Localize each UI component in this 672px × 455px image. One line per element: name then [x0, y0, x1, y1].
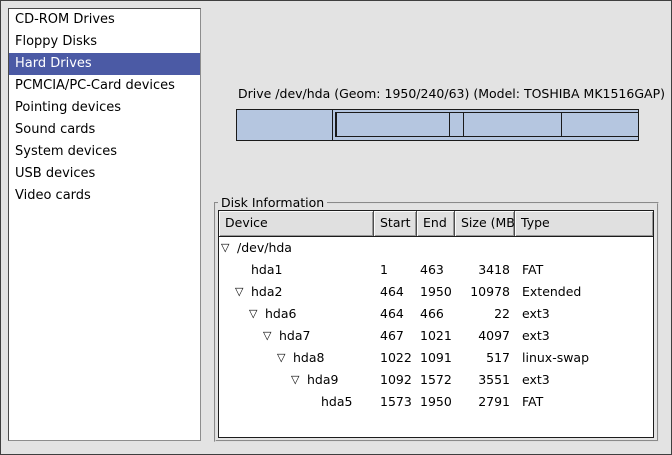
device-label: hda5: [321, 391, 352, 413]
cell-end: 1950: [417, 391, 455, 413]
disk-row-hda9[interactable]: ▽hda9109215723551ext3: [219, 369, 653, 391]
cell-device: ▽hda2: [219, 281, 374, 303]
cell-start: 1022: [374, 347, 417, 369]
sidebar-item-usb-devices[interactable]: USB devices: [9, 163, 200, 185]
cell-device: ▽/dev/hda: [219, 237, 374, 259]
sidebar-item-system-devices[interactable]: System devices: [9, 141, 200, 163]
cell-start: [374, 237, 417, 259]
cell-size: 4097: [455, 325, 515, 347]
partition-segment-hda1: [237, 110, 333, 140]
cell-type: FAT: [515, 391, 653, 413]
device-label: hda2: [251, 281, 282, 303]
expander-icon[interactable]: ▽: [249, 303, 265, 325]
sidebar-item-pcmcia-pc-card-devices[interactable]: PCMCIA/PC-Card devices: [9, 75, 200, 97]
expander-icon[interactable]: ▽: [263, 325, 279, 347]
cell-end: 1950: [417, 281, 455, 303]
cell-device: ▽hda8: [219, 347, 374, 369]
disk-row-hda6[interactable]: ▽hda646446622ext3: [219, 303, 653, 325]
cell-size: 3551: [455, 369, 515, 391]
device-label: hda8: [293, 347, 324, 369]
cell-size: 22: [455, 303, 515, 325]
expander-icon[interactable]: ▽: [277, 347, 293, 369]
device-category-list: CD-ROM DrivesFloppy DisksHard DrivesPCMC…: [8, 8, 201, 441]
table-header-row: DeviceStartEndSize (MB)Type: [219, 211, 653, 237]
cell-device: hda5: [219, 391, 374, 413]
partition-segment-hda7: [337, 113, 450, 136]
hardware-browser-window: CD-ROM DrivesFloppy DisksHard DrivesPCMC…: [0, 0, 672, 455]
cell-device: hda1: [219, 259, 374, 281]
partition-extended-hda2: [333, 110, 638, 140]
expander-icon[interactable]: ▽: [221, 237, 237, 259]
partition-segment-hda9: [464, 113, 562, 136]
cell-type: [515, 237, 653, 259]
cell-end: 463: [417, 259, 455, 281]
column-header-end[interactable]: End: [417, 211, 455, 236]
cell-end: 466: [417, 303, 455, 325]
device-label: hda9: [307, 369, 338, 391]
cell-start: 1573: [374, 391, 417, 413]
disk-row-hda8[interactable]: ▽hda810221091517linux-swap: [219, 347, 653, 369]
disk-row-hda2[interactable]: ▽hda2464195010978Extended: [219, 281, 653, 303]
cell-size: 517: [455, 347, 515, 369]
expander-icon[interactable]: ▽: [291, 369, 307, 391]
expander-icon[interactable]: ▽: [235, 281, 251, 303]
cell-start: 464: [374, 281, 417, 303]
table-body: ▽/dev/hdahda114633418FAT▽hda246419501097…: [219, 237, 653, 437]
partition-bar-diagram: [236, 109, 639, 141]
cell-device: ▽hda6: [219, 303, 374, 325]
device-label: hda7: [279, 325, 310, 347]
column-header-start[interactable]: Start: [374, 211, 417, 236]
cell-type: FAT: [515, 259, 653, 281]
partition-extended-box: [335, 112, 638, 137]
column-header-size-mb[interactable]: Size (MB): [455, 211, 515, 236]
sidebar-item-sound-cards[interactable]: Sound cards: [9, 119, 200, 141]
device-label: hda1: [251, 259, 282, 281]
partition-segment-hda8: [450, 113, 464, 136]
device-label: hda6: [265, 303, 296, 325]
disk-information-frame-label: Disk Information: [218, 195, 327, 210]
column-header-device[interactable]: Device: [219, 211, 374, 236]
cell-type: linux-swap: [515, 347, 653, 369]
cell-end: 1021: [417, 325, 455, 347]
cell-type: Extended: [515, 281, 653, 303]
device-label: /dev/hda: [237, 237, 292, 259]
disk-information-table: DeviceStartEndSize (MB)Type ▽/dev/hdahda…: [218, 210, 654, 438]
cell-device: ▽hda7: [219, 325, 374, 347]
cell-start: 1092: [374, 369, 417, 391]
sidebar-item-hard-drives[interactable]: Hard Drives: [9, 53, 200, 75]
cell-size: 2791: [455, 391, 515, 413]
cell-device: ▽hda9: [219, 369, 374, 391]
cell-size: 10978: [455, 281, 515, 303]
cell-start: 464: [374, 303, 417, 325]
disk-information-frame: Disk Information DeviceStartEndSize (MB)…: [214, 202, 659, 442]
sidebar-item-cd-rom-drives[interactable]: CD-ROM Drives: [9, 9, 200, 31]
disk-row-hda7[interactable]: ▽hda746710214097ext3: [219, 325, 653, 347]
cell-size: [455, 237, 515, 259]
cell-end: 1572: [417, 369, 455, 391]
cell-size: 3418: [455, 259, 515, 281]
sidebar-item-video-cards[interactable]: Video cards: [9, 185, 200, 207]
sidebar-item-pointing-devices[interactable]: Pointing devices: [9, 97, 200, 119]
disk-row-dev-hda[interactable]: ▽/dev/hda: [219, 237, 653, 259]
cell-end: 1091: [417, 347, 455, 369]
cell-start: 467: [374, 325, 417, 347]
partition-segment-hda5: [562, 113, 638, 136]
column-header-type[interactable]: Type: [515, 211, 653, 236]
drive-geometry-label: Drive /dev/hda (Geom: 1950/240/63) (Mode…: [238, 86, 665, 101]
cell-end: [417, 237, 455, 259]
disk-row-hda5[interactable]: hda5 157319502791FAT: [219, 391, 653, 413]
cell-type: ext3: [515, 325, 653, 347]
sidebar-item-floppy-disks[interactable]: Floppy Disks: [9, 31, 200, 53]
cell-start: 1: [374, 259, 417, 281]
disk-row-hda1[interactable]: hda1 14633418FAT: [219, 259, 653, 281]
cell-type: ext3: [515, 369, 653, 391]
cell-type: ext3: [515, 303, 653, 325]
